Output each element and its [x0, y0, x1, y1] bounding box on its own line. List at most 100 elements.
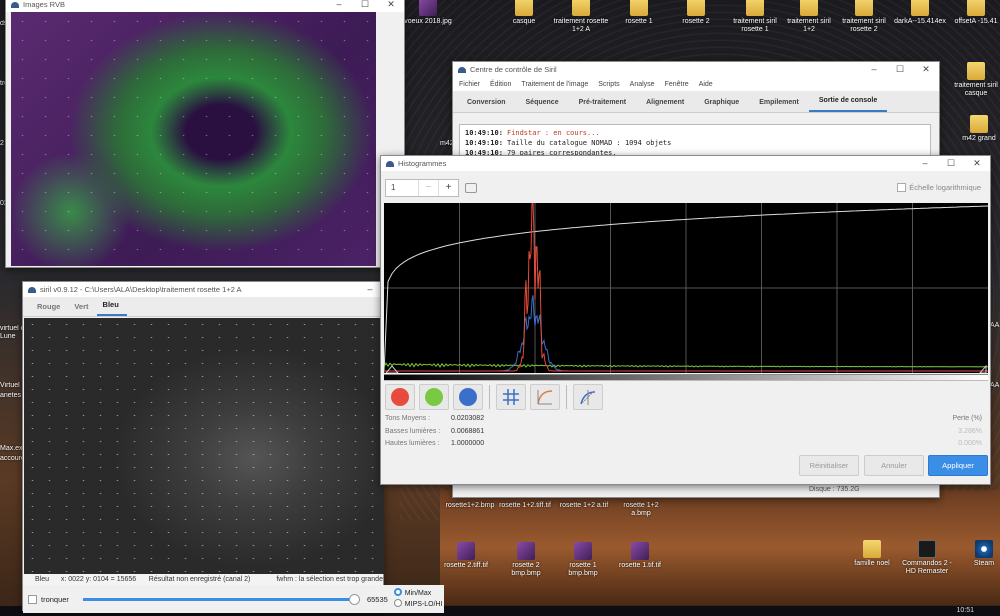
- channel-tab-1[interactable]: Vert: [68, 302, 96, 316]
- cutoff-slider[interactable]: [82, 593, 360, 605]
- histogram-plot[interactable]: [383, 202, 989, 374]
- desktop-icon-fragment[interactable]: accourc: [0, 455, 24, 469]
- desktop-icon-fragment[interactable]: Lune: [0, 333, 24, 347]
- desktop-file-label[interactable]: rosette1+2.bmp: [442, 502, 498, 510]
- red-dot-icon: [391, 388, 409, 406]
- desktop-icon-fragment[interactable]: AA: [990, 382, 1000, 396]
- desktop-icon[interactable]: traitement siril rosette 1: [727, 0, 783, 34]
- desktop-icon[interactable]: darkA--15.414ex: [892, 0, 948, 26]
- cancel-button[interactable]: Annuler: [864, 455, 924, 476]
- curve-toggle-button[interactable]: [530, 384, 560, 410]
- status-fwhm: fwhm : la sélection est trop grande: [276, 576, 383, 583]
- menu-item-2[interactable]: Traitement de l'image: [521, 81, 588, 88]
- status-bar: Bleu x: 0022 y: 0104 = 15656 Résultat no…: [23, 574, 383, 585]
- channel-tab-0[interactable]: Rouge: [31, 302, 68, 316]
- menu-item-4[interactable]: Analyse: [630, 81, 655, 88]
- desktop-icon[interactable]: rosette 2: [668, 0, 724, 26]
- desktop-file-label[interactable]: rosette 1+2 a.bmp: [613, 502, 669, 518]
- desktop-icon[interactable]: m42 grand: [955, 115, 1000, 143]
- close-icon[interactable]: ✕: [964, 156, 990, 171]
- blue-channel-image[interactable]: [24, 318, 384, 574]
- folder-icon: [687, 0, 705, 16]
- tab-6[interactable]: Sortie de console: [808, 97, 888, 112]
- radio-option[interactable]: MIPS-LO/HI: [393, 599, 443, 610]
- desktop-icon[interactable]: voeux 2018.jpg: [400, 0, 456, 26]
- desktop-icon[interactable]: rosette 1: [611, 0, 667, 26]
- menu-item-0[interactable]: Fichier: [459, 81, 480, 88]
- stat-value: 1.0000000: [451, 440, 485, 447]
- zoom-plus-button[interactable]: +: [438, 180, 458, 196]
- tab-4[interactable]: Graphique: [694, 99, 749, 112]
- close-icon[interactable]: ✕: [913, 62, 939, 77]
- grid-toggle-button[interactable]: [496, 384, 526, 410]
- tab-5[interactable]: Empilement: [749, 99, 809, 112]
- snapshot-icon[interactable]: [465, 183, 477, 193]
- grid-icon: [503, 389, 519, 405]
- tab-1[interactable]: Séquence: [516, 99, 569, 112]
- minimize-icon[interactable]: –: [912, 156, 938, 171]
- tab-3[interactable]: Alignement: [636, 99, 694, 112]
- radio-option[interactable]: Min/Max: [393, 588, 443, 599]
- images-rvb-titlebar[interactable]: Images RVB – ☐ ✕: [6, 0, 404, 12]
- apply-button[interactable]: Appliquer: [928, 455, 988, 476]
- desktop-icon[interactable]: rosette 1.tif.tif: [611, 542, 669, 570]
- red-channel-button[interactable]: [385, 384, 415, 410]
- menu-item-6[interactable]: Aide: [699, 81, 713, 88]
- channel-tab-2[interactable]: Bleu: [96, 300, 127, 316]
- histogram-titlebar[interactable]: Histogrammes – ☐ ✕: [381, 156, 990, 171]
- desktop-icon[interactable]: traitement siril 1+2: [781, 0, 837, 34]
- image-icon: [631, 542, 649, 560]
- rosette-nebula-color-image[interactable]: [11, 12, 376, 266]
- close-icon[interactable]: ✕: [378, 0, 404, 12]
- reset-button[interactable]: Réinitialiser: [799, 455, 859, 476]
- desktop-icon-label: rosette 2.tiff.tif: [444, 562, 488, 569]
- desktop-icon[interactable]: traitement siril casque: [950, 62, 1000, 98]
- tab-0[interactable]: Conversion: [457, 99, 516, 112]
- desktop-icon[interactable]: rosette 1 bmp.bmp: [554, 542, 612, 578]
- menu-item-5[interactable]: Fenêtre: [665, 81, 689, 88]
- minimize-icon[interactable]: –: [861, 62, 887, 77]
- auto-stretch-button[interactable]: [573, 384, 603, 410]
- radio-button[interactable]: [393, 599, 402, 607]
- crop-checkbox[interactable]: [28, 594, 37, 604]
- desktop-icon[interactable]: Commandos 2 - HD Remaster: [898, 540, 956, 576]
- desktop-icon[interactable]: casque: [496, 0, 552, 26]
- radio-button[interactable]: [393, 588, 402, 596]
- desktop-icon-fragment[interactable]: AA: [990, 322, 1000, 336]
- desktop-icon[interactable]: offsetA -15.41: [948, 0, 1000, 26]
- desktop-icon-label: casque: [512, 18, 536, 25]
- desktop-file-label[interactable]: rosette 1+2 a.tif: [556, 502, 612, 510]
- menu-item-3[interactable]: Scripts: [598, 81, 619, 88]
- control-center-titlebar[interactable]: Centre de contrôle de Siril – ☐ ✕: [453, 62, 939, 77]
- log-scale-checkbox[interactable]: [897, 183, 907, 192]
- blue-channel-button[interactable]: [453, 384, 483, 410]
- desktop-icon-fragment[interactable]: anetes: [0, 392, 24, 406]
- desktop-icon[interactable]: traitement rosette 1+2 A: [553, 0, 609, 34]
- maximize-icon[interactable]: ☐: [352, 0, 378, 12]
- green-channel-button[interactable]: [419, 384, 449, 410]
- zoom-minus-button[interactable]: −: [418, 180, 438, 196]
- desktop-icon[interactable]: rosette 2 bmp.bmp: [497, 542, 555, 578]
- desktop-icon[interactable]: famille noel: [843, 540, 901, 568]
- tab-2[interactable]: Pré-traitement: [569, 99, 636, 112]
- minimize-icon[interactable]: –: [326, 0, 352, 12]
- zoom-spinner[interactable]: 1 − +: [385, 179, 459, 197]
- maximize-icon[interactable]: ☐: [887, 62, 913, 77]
- desktop-icon[interactable]: traitement siril rosette 2: [836, 0, 892, 34]
- status-coords: x: 0022 y: 0104 = 15656: [60, 576, 137, 583]
- desktop-file-label[interactable]: rosette 1+2.tiff.tif: [497, 502, 553, 510]
- maximize-icon[interactable]: ☐: [938, 156, 964, 171]
- image-icon: [419, 0, 437, 16]
- siril-titlebar[interactable]: siril v0.9.12 - C:\Users\ALA\Desktop\tra…: [23, 282, 383, 297]
- desktop-icon-label: rosette 2 bmp.bmp: [511, 562, 541, 577]
- desktop-icon[interactable]: Steam: [955, 540, 1000, 568]
- log-scale-toggle[interactable]: Échelle logarithmique: [897, 183, 981, 192]
- zoom-value[interactable]: 1: [386, 180, 418, 196]
- menu-item-1[interactable]: Édition: [490, 81, 511, 88]
- desktop-icon[interactable]: rosette 2.tiff.tif: [437, 542, 495, 570]
- folder-icon: [572, 0, 590, 16]
- disk-space: Disque : 735.2G: [809, 486, 860, 493]
- slider-knob[interactable]: [348, 593, 360, 605]
- desktop-icon-label: rosette1+2.bmp: [445, 502, 495, 509]
- taskbar-clock[interactable]: 10:51: [956, 607, 974, 614]
